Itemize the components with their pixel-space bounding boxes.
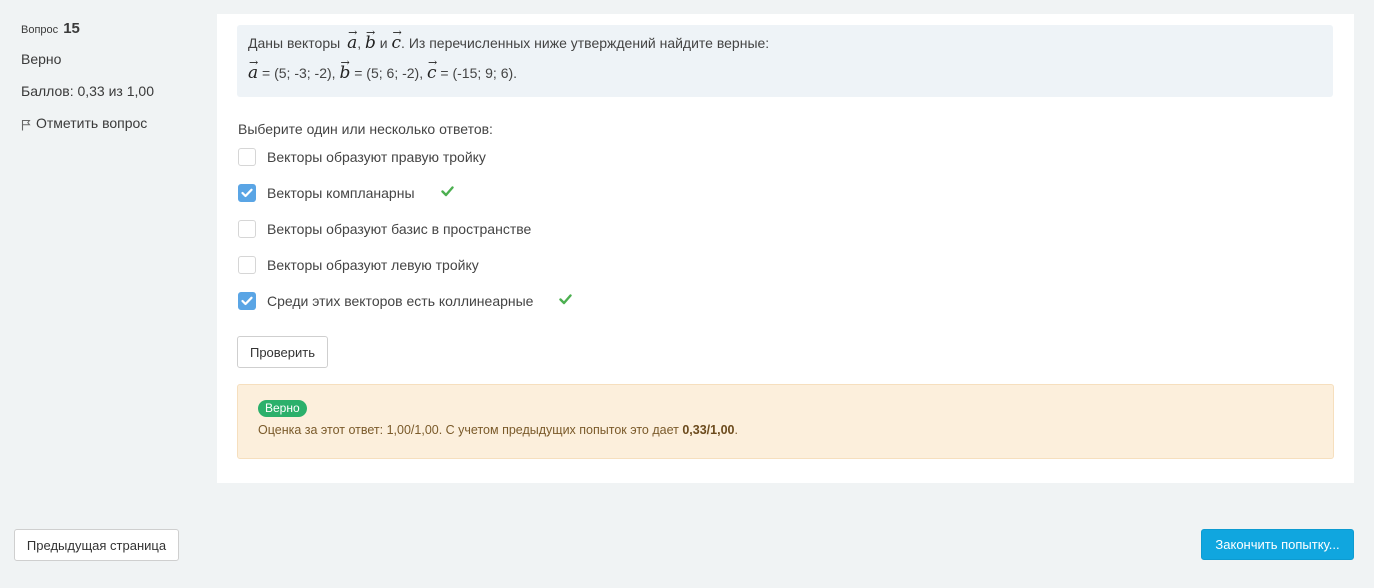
vector-b-value: = (5; 6; -2), xyxy=(354,65,424,81)
vector-a-symbol: → a xyxy=(248,56,259,83)
answer-label: Векторы образуют правую тройку xyxy=(267,149,486,165)
feedback-suffix: . xyxy=(734,423,738,437)
question-state: Верно xyxy=(21,51,62,67)
answer-option[interactable]: Векторы образуют правую тройку xyxy=(238,147,572,167)
feedback-box: Верно Оценка за этот ответ: 1,00/1,00. С… xyxy=(237,384,1334,459)
answer-label: Среди этих векторов есть коллинеарные xyxy=(267,293,534,309)
answer-option[interactable]: Векторы образуют базис в пространстве xyxy=(238,219,572,239)
question-text-line-1: Даны векторы → a, → b и → c. Из перечисленн… xyxy=(248,26,770,53)
answer-checkbox[interactable] xyxy=(238,148,256,166)
flag-icon xyxy=(21,120,31,131)
feedback-text: Оценка за этот ответ: 1,00/1,00. С учето… xyxy=(258,422,738,438)
question-statement: . Из перечисленных ниже утверждений найд… xyxy=(401,35,770,51)
vector-c-value: = (-15; 9; 6). xyxy=(440,65,518,81)
vector-c-symbol: → c xyxy=(391,26,402,53)
answer-option[interactable]: Среди этих векторов есть коллинеарные xyxy=(238,291,573,311)
answer-option[interactable]: Векторы компланарны xyxy=(238,183,572,203)
flag-question-link[interactable]: Отметить вопрос xyxy=(21,114,191,132)
previous-page-button[interactable]: Предыдущая страница xyxy=(14,529,179,561)
question-number-label: Вопрос xyxy=(21,24,59,36)
correct-check-icon xyxy=(440,185,454,196)
checkmark-icon xyxy=(241,188,253,198)
flag-question-label: Отметить вопрос xyxy=(36,115,148,131)
vector-b-symbol: → b xyxy=(365,26,376,53)
answer-label: Векторы образуют базис в пространстве xyxy=(267,221,532,237)
feedback-message: Оценка за этот ответ: 1,00/1,00. С учето… xyxy=(258,423,679,437)
question-text: Даны векторы → a, → b и → c. Из перечисленн… xyxy=(237,25,1333,97)
finish-attempt-button[interactable]: Закончить попытку... xyxy=(1201,529,1354,560)
vector-a-symbol: → a xyxy=(347,26,358,53)
answer-label: Векторы образуют левую тройку xyxy=(267,257,479,273)
feedback-total-score: 0,33/1,00 xyxy=(682,423,735,437)
answer-checkbox[interactable] xyxy=(238,256,256,274)
checkmark-icon xyxy=(241,296,253,306)
question-number-value: 15 xyxy=(63,20,80,37)
question-grade: Баллов: 0,33 из 1,00 xyxy=(21,83,154,99)
vector-b-symbol: → b xyxy=(339,56,351,83)
question-card: Даны векторы → a, → b и → c. Из перечисленн… xyxy=(217,14,1354,483)
question-intro: Даны векторы xyxy=(248,35,341,51)
answer-list: Векторы образуют правую тройку Векторы к… xyxy=(238,147,573,327)
question-text-line-2: → a = (5; -3; -2), → b = (5; 6; -2), → c = … xyxy=(248,56,518,83)
answer-checkbox[interactable] xyxy=(238,184,256,202)
answer-checkbox[interactable] xyxy=(238,220,256,238)
question-info: Вопрос 15 Верно Баллов: 0,33 из 1,00 Отм… xyxy=(21,20,191,132)
question-conjunction: и xyxy=(379,35,388,51)
status-badge: Верно xyxy=(258,400,307,417)
answer-checkbox[interactable] xyxy=(238,292,256,310)
question-number: Вопрос 15 xyxy=(21,20,191,42)
answer-label: Векторы компланарны xyxy=(267,185,415,201)
answer-option[interactable]: Векторы образуют левую тройку xyxy=(238,255,572,275)
answer-prompt: Выберите один или несколько ответов: xyxy=(238,121,493,137)
vector-c-symbol: → c xyxy=(426,56,438,83)
vector-a-value: = (5; -3; -2), xyxy=(262,65,336,81)
correct-check-icon xyxy=(559,293,573,304)
check-button[interactable]: Проверить xyxy=(237,336,328,368)
